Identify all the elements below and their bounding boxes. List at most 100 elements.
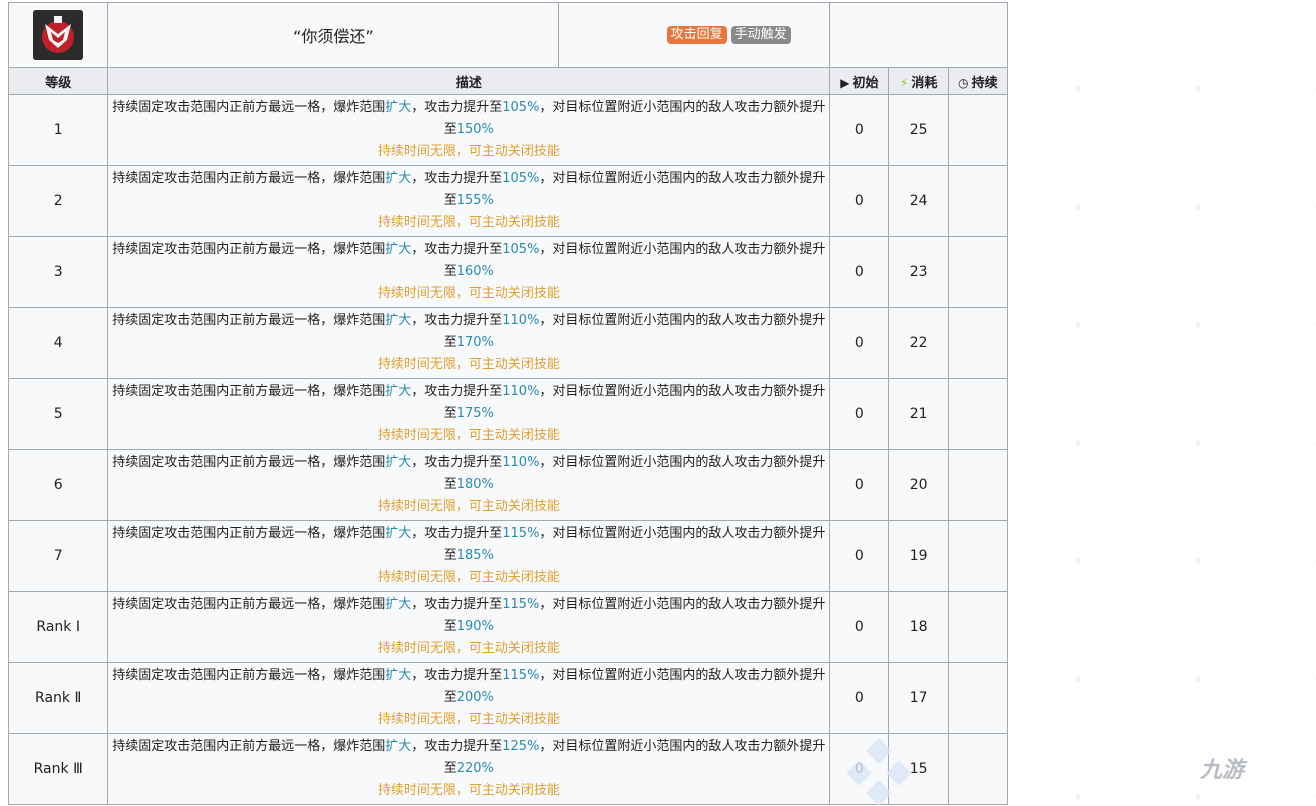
desc-text-1: 持续固定攻击范围内正前方最远一格，爆炸范围 xyxy=(112,597,386,612)
tag-manual-trigger: 手动触发 xyxy=(730,26,791,44)
desc-text-1: 持续固定攻击范围内正前方最远一格，爆炸范围 xyxy=(112,739,386,754)
desc-expand: 扩大 xyxy=(385,384,412,399)
desc-text-2: ，攻击力提升至 xyxy=(411,597,503,612)
desc-text-1: 持续固定攻击范围内正前方最远一格，爆炸范围 xyxy=(112,313,386,328)
extra-atk-value: 155% xyxy=(456,193,494,208)
desc-expand: 扩大 xyxy=(385,455,412,470)
atk-value: 110% xyxy=(502,455,540,470)
description-cell: 持续固定攻击范围内正前方最远一格，爆炸范围扩大，攻击力提升至105%，对目标位置… xyxy=(107,236,831,308)
description-main: 持续固定攻击范围内正前方最远一格，爆炸范围扩大，攻击力提升至105%，对目标位置… xyxy=(108,97,829,141)
desc-text-1: 持续固定攻击范围内正前方最远一格，爆炸范围 xyxy=(112,668,386,683)
skill-tags-cell: 攻击回复 手动触发 xyxy=(666,2,1008,68)
level-cell: 7 xyxy=(7,520,109,592)
description-cell: 持续固定攻击范围内正前方最远一格，爆炸范围扩大，攻击力提升至115%，对目标位置… xyxy=(107,662,831,734)
duration-cell xyxy=(947,733,1009,805)
desc-text-2: ，攻击力提升至 xyxy=(411,242,503,257)
description-note: 持续时间无限，可主动关闭技能 xyxy=(377,570,560,585)
desc-expand: 扩大 xyxy=(385,739,412,754)
description-main: 持续固定攻击范围内正前方最远一格，爆炸范围扩大，攻击力提升至110%，对目标位置… xyxy=(108,310,829,354)
description-main: 持续固定攻击范围内正前方最远一格，爆炸范围扩大，攻击力提升至115%，对目标位置… xyxy=(108,523,829,567)
duration-cell xyxy=(947,165,1009,237)
description-main: 持续固定攻击范围内正前方最远一格，爆炸范围扩大，攻击力提升至115%，对目标位置… xyxy=(108,665,829,709)
init-cell: 0 xyxy=(829,165,890,237)
desc-expand: 扩大 xyxy=(385,242,412,257)
description-cell: 持续固定攻击范围内正前方最远一格，爆炸范围扩大，攻击力提升至115%，对目标位置… xyxy=(107,591,831,663)
init-cell: 0 xyxy=(829,591,890,663)
desc-text-2: ，攻击力提升至 xyxy=(411,526,503,541)
desc-text-1: 持续固定攻击范围内正前方最远一格，爆炸范围 xyxy=(112,384,386,399)
desc-text-1: 持续固定攻击范围内正前方最远一格，爆炸范围 xyxy=(112,526,386,541)
desc-text-2: ，攻击力提升至 xyxy=(411,668,503,683)
init-cell: 0 xyxy=(829,662,890,734)
cost-cell: 25 xyxy=(888,94,949,166)
extra-atk-value: 220% xyxy=(456,761,494,776)
header-duration-label: 持续 xyxy=(971,75,998,91)
duration-cell xyxy=(947,662,1009,734)
description-note: 持续时间无限，可主动关闭技能 xyxy=(377,499,560,514)
desc-text-1: 持续固定攻击范围内正前方最远一格，爆炸范围 xyxy=(112,455,386,470)
header-cost: ⚡ 消耗 xyxy=(888,67,949,95)
cost-cell: 24 xyxy=(888,165,949,237)
skill-table: “你须偿还” 攻击回复 手动触发 等级 描述 ▶ 初始 ⚡ 消耗 ◷ 持续 1 持续固定… xyxy=(7,2,1009,805)
cost-cell: 23 xyxy=(888,236,949,308)
clock-icon: ◷ xyxy=(958,75,969,90)
duration-cell xyxy=(947,378,1009,450)
atk-value: 115% xyxy=(502,526,540,541)
duration-cell xyxy=(947,236,1009,308)
level-cell: Rank Ⅱ xyxy=(7,662,109,734)
header-init: ▶ 初始 xyxy=(829,67,890,95)
extra-atk-value: 185% xyxy=(456,548,494,563)
level-cell: 5 xyxy=(7,378,109,450)
table-row: 3 持续固定攻击范围内正前方最远一格，爆炸范围扩大，攻击力提升至105%，对目标… xyxy=(7,236,1009,308)
atk-value: 105% xyxy=(502,171,540,186)
skill-emblem-icon xyxy=(33,9,84,60)
description-cell: 持续固定攻击范围内正前方最远一格，爆炸范围扩大，攻击力提升至105%，对目标位置… xyxy=(107,94,831,166)
desc-text-2: ，攻击力提升至 xyxy=(411,100,503,115)
extra-atk-value: 200% xyxy=(456,690,494,705)
description-main: 持续固定攻击范围内正前方最远一格，爆炸范围扩大，攻击力提升至105%，对目标位置… xyxy=(108,239,829,283)
header-cost-label: 消耗 xyxy=(911,75,938,91)
desc-expand: 扩大 xyxy=(385,171,412,186)
tag-attack-recovery: 攻击回复 xyxy=(666,26,727,44)
description-note: 持续时间无限，可主动关闭技能 xyxy=(377,428,560,443)
description-note: 持续时间无限，可主动关闭技能 xyxy=(377,783,560,798)
description-cell: 持续固定攻击范围内正前方最远一格，爆炸范围扩大，攻击力提升至110%，对目标位置… xyxy=(107,378,831,450)
description-main: 持续固定攻击范围内正前方最远一格，爆炸范围扩大，攻击力提升至115%，对目标位置… xyxy=(108,594,829,638)
init-cell: 0 xyxy=(829,520,890,592)
desc-text-1: 持续固定攻击范围内正前方最远一格，爆炸范围 xyxy=(112,242,386,257)
table-row: 2 持续固定攻击范围内正前方最远一格，爆炸范围扩大，攻击力提升至105%，对目标… xyxy=(7,165,1009,237)
init-cell: 0 xyxy=(829,449,890,521)
desc-text-1: 持续固定攻击范围内正前方最远一格，爆炸范围 xyxy=(112,171,386,186)
desc-text-2: ，攻击力提升至 xyxy=(411,384,503,399)
atk-value: 105% xyxy=(502,100,540,115)
duration-cell xyxy=(947,520,1009,592)
description-cell: 持续固定攻击范围内正前方最远一格，爆炸范围扩大，攻击力提升至115%，对目标位置… xyxy=(107,520,831,592)
atk-value: 115% xyxy=(502,597,540,612)
atk-value: 115% xyxy=(502,668,540,683)
extra-atk-value: 180% xyxy=(456,477,494,492)
extra-atk-value: 160% xyxy=(456,264,494,279)
play-triangle-icon: ▶ xyxy=(840,75,850,90)
desc-text-2: ，攻击力提升至 xyxy=(411,455,503,470)
atk-value: 110% xyxy=(502,384,540,399)
atk-value: 105% xyxy=(502,242,540,257)
description-main: 持续固定攻击范围内正前方最远一格，爆炸范围扩大，攻击力提升至110%，对目标位置… xyxy=(108,381,829,425)
cost-cell: 17 xyxy=(888,662,949,734)
description-note: 持续时间无限，可主动关闭技能 xyxy=(377,357,560,372)
desc-expand: 扩大 xyxy=(385,668,412,683)
header-desc: 描述 xyxy=(107,67,831,95)
desc-expand: 扩大 xyxy=(385,526,412,541)
description-note: 持续时间无限，可主动关闭技能 xyxy=(377,641,560,656)
level-cell: 4 xyxy=(7,307,109,379)
table-row: 6 持续固定攻击范围内正前方最远一格，爆炸范围扩大，攻击力提升至110%，对目标… xyxy=(7,449,1009,521)
description-main: 持续固定攻击范围内正前方最远一格，爆炸范围扩大，攻击力提升至125%，对目标位置… xyxy=(108,736,829,780)
extra-atk-value: 190% xyxy=(456,619,494,634)
cost-cell: 19 xyxy=(888,520,949,592)
table-row: 7 持续固定攻击范围内正前方最远一格，爆炸范围扩大，攻击力提升至115%，对目标… xyxy=(7,520,1009,592)
cost-cell: 20 xyxy=(888,449,949,521)
cost-cell: 22 xyxy=(888,307,949,379)
desc-text-2: ，攻击力提升至 xyxy=(411,171,503,186)
duration-cell xyxy=(947,449,1009,521)
init-cell: 0 xyxy=(829,236,890,308)
table-row: Rank Ⅰ 持续固定攻击范围内正前方最远一格，爆炸范围扩大，攻击力提升至115… xyxy=(7,591,1009,663)
